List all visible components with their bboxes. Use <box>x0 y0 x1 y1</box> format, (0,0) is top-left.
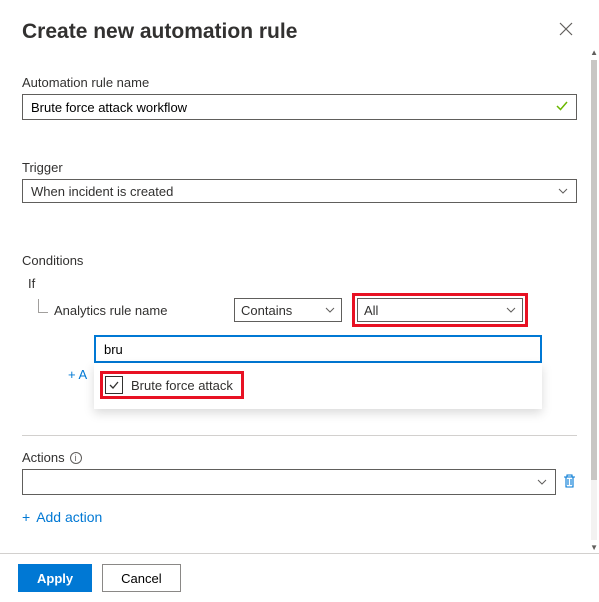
close-button[interactable] <box>555 18 577 45</box>
delete-action-button[interactable] <box>562 473 577 492</box>
chevron-down-icon <box>558 186 568 197</box>
apply-button[interactable]: Apply <box>18 564 92 592</box>
add-condition-partial[interactable]: + A <box>68 367 87 382</box>
condition-scope-select[interactable]: All <box>357 298 523 322</box>
trigger-value: When incident is created <box>31 184 173 199</box>
add-action-button[interactable]: + Add action <box>22 509 102 525</box>
chevron-down-icon <box>506 305 516 316</box>
if-label: If <box>28 276 577 291</box>
page-title: Create new automation rule <box>22 20 297 44</box>
tree-connector <box>38 299 48 313</box>
add-action-label: Add action <box>36 509 102 525</box>
trigger-label: Trigger <box>22 160 577 175</box>
option-label: Brute force attack <box>131 378 233 393</box>
actions-label: Actions <box>22 450 65 465</box>
action-select[interactable] <box>22 469 556 495</box>
operator-value: Contains <box>241 303 292 318</box>
chevron-down-icon <box>325 305 335 316</box>
close-icon <box>559 22 573 36</box>
condition-dropdown: + A Brute force attack <box>94 363 542 409</box>
dropdown-option[interactable]: Brute force attack <box>100 371 244 399</box>
trigger-select[interactable]: When incident is created <box>22 179 577 203</box>
scroll-down-arrow[interactable]: ▼ <box>590 543 598 552</box>
option-checkbox[interactable] <box>105 376 123 394</box>
check-icon <box>108 379 120 391</box>
condition-operator-select[interactable]: Contains <box>234 298 342 322</box>
info-icon[interactable]: i <box>70 452 82 464</box>
condition-field-label: Analytics rule name <box>54 303 234 318</box>
chevron-down-icon <box>537 477 547 488</box>
rule-name-label: Automation rule name <box>22 75 577 90</box>
footer: Apply Cancel <box>0 553 599 602</box>
trash-icon <box>562 473 577 489</box>
scope-highlight: All <box>352 293 528 327</box>
divider <box>22 435 577 436</box>
scroll-up-arrow[interactable]: ▲ <box>590 48 598 57</box>
conditions-label: Conditions <box>22 253 577 268</box>
scrollbar[interactable] <box>591 60 597 540</box>
scrollbar-thumb[interactable] <box>591 60 597 480</box>
scope-value: All <box>364 303 378 318</box>
cancel-button[interactable]: Cancel <box>102 564 180 592</box>
condition-search-input[interactable] <box>94 335 542 363</box>
plus-icon: + <box>22 509 30 525</box>
rule-name-input[interactable] <box>22 94 577 120</box>
check-icon <box>555 99 569 116</box>
